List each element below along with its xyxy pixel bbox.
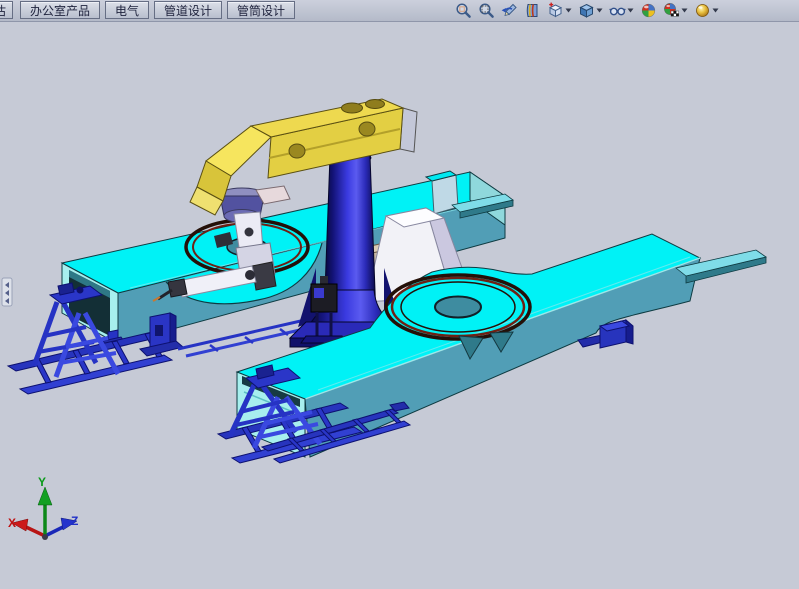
graphics-area[interactable]: X Y Z (0, 22, 799, 589)
tab-clipped[interactable]: 估 (0, 1, 13, 19)
x-axis-label: X (8, 516, 16, 530)
display-style-button[interactable] (577, 1, 604, 21)
zoom-to-fit-button[interactable] (454, 1, 473, 21)
origin-triad: X Y Z (8, 475, 78, 540)
y-axis-label: Y (38, 475, 46, 489)
dropdown-arrow-icon (627, 8, 634, 13)
dropdown-arrow-icon (565, 8, 572, 13)
zoom-to-area-icon (478, 2, 495, 19)
zoom-to-fit-icon (455, 2, 472, 19)
tab-piping-design[interactable]: 管道设计 (154, 1, 222, 19)
view-orientation-icon (547, 2, 564, 19)
zoom-to-area-button[interactable] (477, 1, 496, 21)
section-view-icon (524, 2, 541, 19)
command-manager-tabs: 估 办公室产品 电气 管道设计 管筒设计 (0, 0, 300, 21)
tab-tube-design[interactable]: 管筒设计 (227, 1, 295, 19)
apply-scene-button[interactable] (662, 1, 689, 21)
dropdown-arrow-icon (596, 8, 603, 13)
tab-electrical[interactable]: 电气 (105, 1, 149, 19)
previous-view-icon (501, 2, 518, 19)
edit-appearance-button[interactable] (639, 1, 658, 21)
view-orientation-button[interactable] (546, 1, 573, 21)
appearance-ball-icon (640, 2, 657, 19)
dropdown-arrow-icon (681, 8, 688, 13)
gold-ball-icon (694, 2, 711, 19)
dropdown-arrow-icon (712, 8, 719, 13)
panel-splitter-control[interactable] (2, 278, 12, 306)
scene-ball-icon (663, 2, 680, 19)
graphics-viewport[interactable]: X Y Z (0, 22, 799, 589)
view-settings-button[interactable] (693, 1, 720, 21)
eyeglasses-icon (609, 2, 626, 19)
application-window: 估 办公室产品 电气 管道设计 管筒设计 (0, 0, 799, 589)
section-view-button[interactable] (523, 1, 542, 21)
previous-view-button[interactable] (500, 1, 519, 21)
hide-show-items-button[interactable] (608, 1, 635, 21)
top-toolbar: 估 办公室产品 电气 管道设计 管筒设计 (0, 0, 799, 22)
z-axis-label: Z (71, 514, 78, 528)
tab-office-products[interactable]: 办公室产品 (20, 1, 100, 19)
view-toolbar (454, 1, 720, 21)
display-style-icon (578, 2, 595, 19)
